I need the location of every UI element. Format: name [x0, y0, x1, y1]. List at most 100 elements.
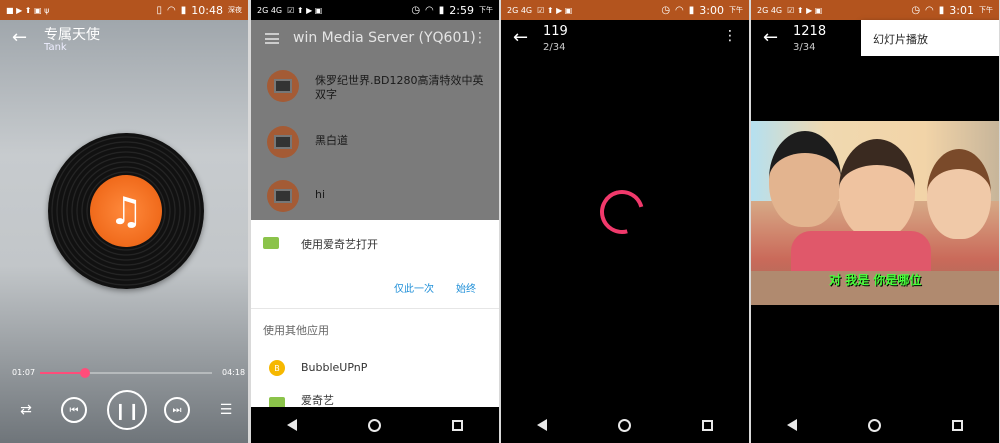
wifi-icon: ◠ — [675, 4, 684, 16]
nav-home-button[interactable] — [355, 407, 395, 443]
nav-home-button[interactable] — [855, 407, 895, 443]
home-circle-icon — [868, 418, 882, 432]
status-time-suffix: 下午 — [729, 6, 743, 14]
status-bar: ■ ▶ ⬆ ▣ ψ ▯ ◠ ▮ 10:48 深夜 — [0, 0, 248, 20]
signal-label: 2G 4G — [757, 5, 783, 15]
pause-button[interactable]: ❙❙ — [107, 390, 147, 430]
nav-back-button[interactable] — [272, 407, 312, 443]
photo-image[interactable]: 对 我是 你是哪位 — [751, 121, 999, 305]
slideshow-menu-item[interactable]: 幻灯片播放 — [873, 31, 928, 47]
status-time-suffix: 下午 — [979, 6, 993, 14]
person-left — [769, 131, 841, 227]
person-right — [927, 149, 991, 239]
elapsed-time: 01:07 — [12, 368, 36, 377]
playlist-icon: ☰ — [219, 402, 233, 418]
back-arrow-icon[interactable]: ← — [763, 29, 778, 47]
list-item[interactable]: hi — [251, 172, 499, 222]
media-server-screen: 2G 4G ☑ ⬆ ▶ ▣ ◷ ◠ ▮ 2:59 下午 win Media Se… — [251, 0, 499, 443]
notification-icon: ☑ ⬆ ▶ ▣ — [287, 5, 323, 15]
nav-home-button[interactable] — [605, 407, 645, 443]
nav-back-button[interactable] — [522, 407, 562, 443]
item-counter: 2/34 — [543, 42, 566, 53]
pause-icon: ❙❙ — [113, 400, 141, 420]
total-time: 04:18 — [222, 368, 246, 377]
back-arrow-icon[interactable]: ← — [12, 29, 27, 47]
file-label: hi — [315, 188, 326, 201]
bubbleupnp-icon: B — [269, 360, 285, 376]
item-title: 119 — [543, 24, 568, 39]
loading-viewer-screen: 2G 4G ☑ ⬆ ▶ ▣ ◷ ◠ ▮ 3:00 下午 ← 119 2/34 ⋮ — [501, 0, 749, 443]
notification-icon: ☑ ⬆ ▶ ▣ — [537, 5, 573, 15]
app-option-bubbleupnp[interactable]: BubbleUPnP — [301, 361, 367, 374]
alarm-icon: ◷ — [661, 4, 671, 16]
list-item[interactable]: 黑白道 — [251, 118, 499, 168]
item-title: 1218 — [793, 24, 827, 39]
app-option-iqiyi[interactable]: 爱奇艺 — [301, 392, 334, 408]
status-time: 2:59 — [449, 3, 474, 17]
song-title: 专属天使 — [44, 27, 100, 43]
video-file-icon — [267, 180, 299, 212]
notification-icon: ■ ▶ ⬆ ▣ ψ — [6, 5, 50, 15]
vinyl-record: ♫ — [48, 133, 204, 289]
playlist-button[interactable]: ☰ — [216, 400, 236, 420]
alarm-icon: ◷ — [411, 4, 421, 16]
home-circle-icon — [368, 418, 382, 432]
file-label: 黑白道 — [315, 134, 348, 147]
album-art: ♫ — [90, 175, 162, 247]
status-time: 3:00 — [699, 3, 724, 17]
always-button[interactable]: 始终 — [456, 280, 476, 295]
menu-icon[interactable] — [265, 33, 279, 44]
item-counter: 3/34 — [793, 42, 816, 53]
recents-square-icon — [452, 419, 464, 431]
back-triangle-icon — [287, 419, 298, 431]
navigation-bar — [751, 407, 999, 443]
overflow-menu-icon[interactable]: ⋮ — [723, 29, 737, 43]
status-bar: 2G 4G ☑ ⬆ ▶ ▣ ◷ ◠ ▮ 3:00 下午 — [501, 0, 749, 20]
video-file-icon — [267, 70, 299, 102]
navigation-bar — [251, 407, 499, 443]
nav-recents-button[interactable] — [688, 407, 728, 443]
next-button[interactable]: ⏭ — [164, 397, 190, 423]
open-with-label: 使用爱奇艺打开 — [301, 238, 378, 251]
wifi-icon: ◠ — [925, 4, 934, 16]
overflow-menu: 幻灯片播放 — [861, 20, 999, 56]
seek-handle[interactable] — [79, 368, 90, 378]
nav-recents-button[interactable] — [938, 407, 978, 443]
back-triangle-icon — [787, 419, 798, 431]
status-time: 10:48 — [191, 3, 223, 17]
iqiyi-icon — [263, 237, 279, 249]
status-bar: 2G 4G ☑ ⬆ ▶ ▣ ◷ ◠ ▮ 3:01 下午 — [751, 0, 999, 20]
repeat-icon: ⇄ — [20, 402, 32, 418]
player-toolbar: ← 专属天使 Tank — [0, 20, 248, 60]
battery-icon: ▮ — [438, 4, 445, 16]
signal-label: 2G 4G — [507, 5, 533, 15]
back-triangle-icon — [537, 419, 548, 431]
status-time-suffix: 深夜 — [228, 6, 242, 14]
skip-previous-icon: ⏮ — [69, 404, 79, 416]
recents-square-icon — [702, 419, 714, 431]
previous-button[interactable]: ⏮ — [61, 397, 87, 423]
just-once-button[interactable]: 仅此一次 — [394, 280, 434, 295]
status-time: 3:01 — [949, 3, 974, 17]
person-center — [839, 139, 915, 239]
nav-back-button[interactable] — [772, 407, 812, 443]
back-arrow-icon[interactable]: ← — [513, 29, 528, 47]
video-subtitle: 对 我是 你是哪位 — [829, 273, 922, 287]
artist-name: Tank — [44, 42, 67, 53]
wifi-icon: ◠ — [425, 4, 434, 16]
app-toolbar: win Media Server (YQ601) ⋮ — [251, 20, 499, 58]
nav-recents-button[interactable] — [438, 407, 478, 443]
seek-bar[interactable] — [40, 368, 212, 378]
video-file-icon — [267, 126, 299, 158]
overflow-menu-icon[interactable]: ⋮ — [473, 31, 487, 45]
battery-icon: ▮ — [938, 4, 945, 16]
file-label: 侏罗纪世界.BD1280高清特效中英双字 — [315, 74, 484, 101]
open-with-sheet: 使用爱奇艺打开 仅此一次 始终 使用其他应用 B BubbleUPnP 爱奇艺 — [251, 222, 499, 409]
app-title: win Media Server (YQ601) — [293, 30, 476, 46]
file-list-dimmed: win Media Server (YQ601) ⋮ 侏罗纪世界.BD1280高… — [251, 20, 499, 220]
repeat-button[interactable]: ⇄ — [16, 400, 36, 420]
list-item[interactable]: 侏罗纪世界.BD1280高清特效中英双字 — [251, 62, 499, 112]
vibrate-icon: ▯ — [156, 4, 163, 16]
loading-spinner — [591, 181, 653, 243]
skip-next-icon: ⏭ — [172, 404, 182, 416]
